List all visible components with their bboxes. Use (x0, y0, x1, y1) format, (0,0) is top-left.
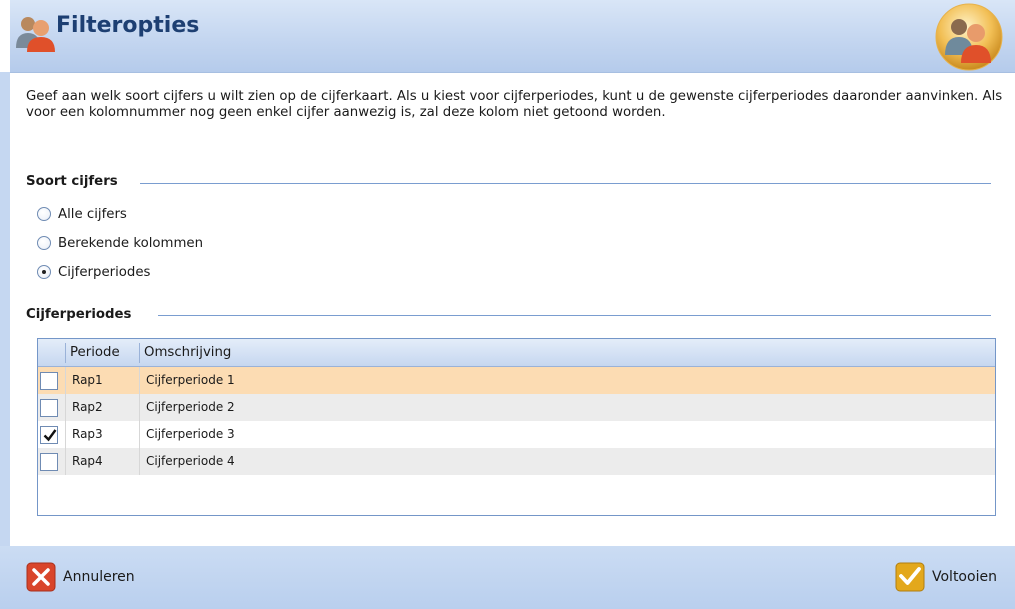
cell-periode: Rap4 (72, 454, 103, 468)
cell-periode: Rap2 (72, 400, 103, 414)
close-icon (26, 562, 56, 592)
dialog-title: Filteropties (56, 13, 200, 38)
radio-label: Cijferperiodes (58, 264, 151, 280)
section-divider (158, 315, 991, 316)
table-row[interactable]: Rap4 Cijferperiode 4 (38, 448, 995, 475)
radio-label: Alle cijfers (58, 206, 127, 222)
column-header-periode[interactable]: Periode (66, 339, 140, 366)
dialog-header: Filteropties (0, 0, 1015, 72)
radio-button[interactable] (37, 236, 51, 250)
periods-grid: Periode Omschrijving Rap1 Cijferperiode … (37, 338, 996, 516)
finish-button[interactable]: Voltooien (895, 562, 997, 592)
content-panel: Geef aan welk soort cijfers u wilt zien … (10, 72, 1015, 547)
cell-omschrijving: Cijferperiode 3 (146, 427, 235, 441)
table-row[interactable]: Rap2 Cijferperiode 2 (38, 394, 995, 421)
users-badge-icon (935, 3, 1003, 71)
row-checkbox[interactable] (40, 453, 58, 471)
row-checkbox[interactable] (40, 372, 58, 390)
checkmark-icon (43, 429, 57, 442)
intro-text: Geef aan welk soort cijfers u wilt zien … (26, 89, 1003, 120)
grid-header: Periode Omschrijving (38, 339, 995, 367)
section-title-soort-cijfers: Soort cijfers (26, 174, 118, 189)
cell-periode: Rap1 (72, 373, 103, 387)
table-row[interactable]: Rap3 Cijferperiode 3 (38, 421, 995, 448)
section-title-cijferperiodes: Cijferperiodes (26, 307, 132, 322)
row-checkbox-checked[interactable] (40, 426, 58, 444)
filter-options-dialog: Filteropties Geef aan welk soort cijfers… (0, 0, 1015, 609)
finish-button-label: Voltooien (932, 569, 997, 585)
cell-omschrijving: Cijferperiode 4 (146, 454, 235, 468)
radio-berekende-kolommen[interactable]: Berekende kolommen (37, 233, 203, 253)
row-checkbox[interactable] (40, 399, 58, 417)
cell-omschrijving: Cijferperiode 2 (146, 400, 235, 414)
header-edge (0, 0, 10, 72)
column-header-omschrijving[interactable]: Omschrijving (140, 339, 540, 366)
cancel-button-label: Annuleren (63, 569, 135, 585)
radio-label: Berekende kolommen (58, 235, 204, 251)
checkmark-icon (895, 562, 925, 592)
cancel-button[interactable]: Annuleren (26, 562, 135, 592)
radio-button[interactable] (37, 207, 51, 221)
radio-alle-cijfers[interactable]: Alle cijfers (37, 204, 127, 224)
radio-cijferperiodes[interactable]: Cijferperiodes (37, 262, 150, 282)
dialog-footer: Annuleren Voltooien (0, 546, 1015, 609)
cell-periode: Rap3 (72, 427, 103, 441)
radio-button-selected[interactable] (37, 265, 51, 279)
cell-omschrijving: Cijferperiode 1 (146, 373, 235, 387)
section-divider (140, 183, 991, 184)
users-icon (16, 17, 55, 52)
table-row[interactable]: Rap1 Cijferperiode 1 (38, 367, 995, 394)
